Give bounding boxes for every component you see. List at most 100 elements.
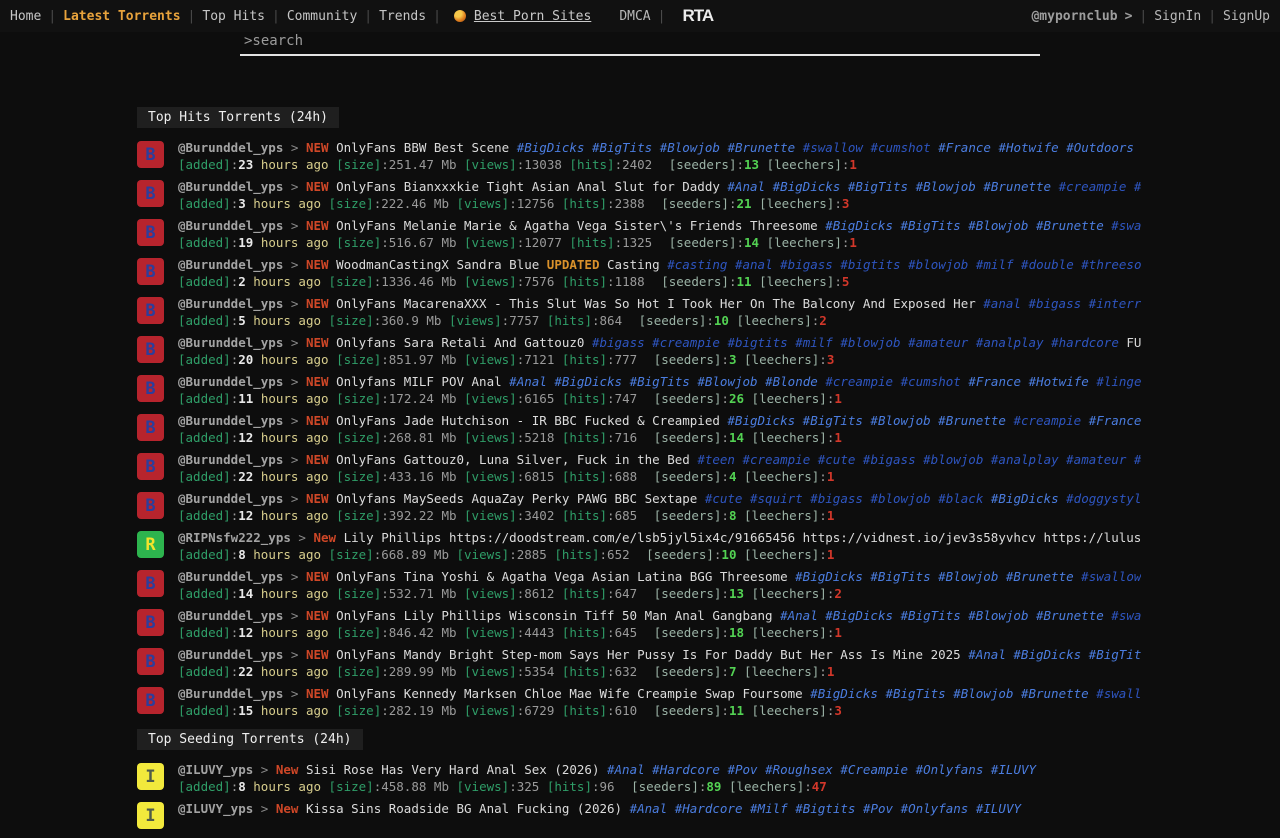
tag-link[interactable]: #BigDicks — [554, 374, 622, 389]
nav-item-latest-torrents[interactable]: Latest Torrents — [63, 9, 180, 24]
torrent-title-link[interactable]: WoodmanCastingX Sandra Blue — [336, 257, 539, 272]
torrent-title-link[interactable]: OnlyFans BBW Best Scene — [336, 140, 509, 155]
tag-link[interactable]: #Blowjob — [916, 179, 976, 194]
tag-link[interactable]: #swallow — [803, 140, 863, 155]
uploader-link[interactable]: @RIPNsfw222_yps — [178, 530, 291, 545]
tag-link[interactable]: #cumshot — [901, 374, 961, 389]
tag-link[interactable]: #BigDicks — [825, 218, 893, 233]
tag-link[interactable]: #bigtits — [840, 257, 900, 272]
tag-link[interactable]: #double — [1021, 257, 1074, 272]
uploader-link[interactable]: @Burunddel_yps — [178, 608, 283, 623]
uploader-link[interactable]: @ILUVY_yps — [178, 801, 253, 816]
tag-link[interactable]: #analplay — [991, 452, 1059, 467]
dmca-link[interactable]: DMCA — [619, 9, 650, 24]
tag-link[interactable]: #anal — [735, 257, 773, 272]
tag-link[interactable]: #Blowjob — [697, 374, 757, 389]
tag-link[interactable]: #interrac… — [1089, 296, 1141, 311]
tag-link[interactable]: #analplay — [976, 335, 1044, 350]
tag-link[interactable]: #Pov — [727, 762, 757, 777]
uploader-link[interactable]: @Burunddel_yps — [178, 374, 283, 389]
tag-link[interactable]: #Anal — [630, 801, 668, 816]
uploader-link[interactable]: @Burunddel_yps — [178, 413, 283, 428]
tag-link[interactable]: #Pov — [863, 801, 893, 816]
tag-link[interactable]: #Hardcore — [652, 762, 720, 777]
tag-link[interactable]: #Anal — [607, 762, 645, 777]
tag-link[interactable]: #BigTits — [848, 179, 908, 194]
tag-link[interactable]: #BigDicks — [795, 569, 863, 584]
tag-link[interactable]: #Blonde — [765, 374, 818, 389]
torrent-title-link[interactable]: OnlyFans Bianxxxkie Tight Asian Anal Slu… — [336, 179, 720, 194]
uploader-link[interactable]: @Burunddel_yps — [178, 140, 283, 155]
tag-link[interactable]: #Hotwife — [1029, 374, 1089, 389]
uploader-avatar[interactable]: I — [137, 802, 164, 829]
tag-link[interactable]: #BigDicks — [773, 179, 841, 194]
uploader-avatar[interactable]: B — [137, 648, 164, 675]
tag-link[interactable]: #bigass — [810, 491, 863, 506]
tag-link[interactable]: #blowjob — [870, 491, 930, 506]
tag-link[interactable]: #lingeri… — [1096, 374, 1141, 389]
uploader-avatar[interactable]: B — [137, 453, 164, 480]
uploader-avatar[interactable]: B — [137, 414, 164, 441]
tag-link[interactable]: #Blowjob — [953, 686, 1013, 701]
tag-link[interactable]: #Brunette — [938, 413, 1006, 428]
tag-link[interactable]: #Blowjob — [968, 608, 1028, 623]
best-porn-sites-link[interactable]: Best Porn Sites — [454, 9, 591, 24]
tag-link[interactable]: #BigTits — [630, 374, 690, 389]
torrent-title-link[interactable]: OnlyFans Melanie Marie & Agatha Vega Sis… — [336, 218, 818, 233]
tag-link[interactable]: #Blowjob — [870, 413, 930, 428]
tag-link[interactable]: #anal — [983, 296, 1021, 311]
tag-link[interactable]: #France — [938, 140, 991, 155]
tag-link[interactable]: #bigass — [863, 452, 916, 467]
uploader-link[interactable]: @Burunddel_yps — [178, 296, 283, 311]
tag-link[interactable]: #swall… — [1111, 608, 1141, 623]
tag-link[interactable]: #amateur — [908, 335, 968, 350]
uploader-avatar[interactable]: B — [137, 141, 164, 168]
torrent-title-link[interactable]: Sisi Rose Has Very Hard Anal Sex (2026) — [306, 762, 600, 777]
tag-link[interactable]: #BigTits — [885, 686, 945, 701]
torrent-title-link[interactable]: OnlyFans MacarenaXXX - This Slut Was So … — [336, 296, 976, 311]
tag-link[interactable]: #ILUVY — [976, 801, 1021, 816]
tag-link[interactable]: #BigDicks — [810, 686, 878, 701]
tag-link[interactable]: #creampie — [652, 335, 720, 350]
uploader-link[interactable]: @Burunddel_yps — [178, 452, 283, 467]
torrent-title-link[interactable]: Onlyfans MaySeeds AquaZay Perky PAWG BBC… — [336, 491, 697, 506]
torrent-title-link[interactable]: Onlyfans MILF POV Anal — [336, 374, 502, 389]
tag-link[interactable]: #Roughsex — [765, 762, 833, 777]
tag-link[interactable]: #Outdoors — [1066, 140, 1134, 155]
tag-link[interactable]: #swall… — [1111, 218, 1141, 233]
tag-link[interactable]: #teen — [697, 452, 735, 467]
tag-link[interactable]: #Anal — [509, 374, 547, 389]
nav-item-trends[interactable]: Trends — [379, 9, 426, 24]
tag-link[interactable]: #Bigtits — [795, 801, 855, 816]
tag-link[interactable]: #cute — [705, 491, 743, 506]
tag-link[interactable]: #threesome… — [1081, 257, 1141, 272]
uploader-link[interactable]: @Burunddel_yps — [178, 686, 283, 701]
nav-item-home[interactable]: Home — [10, 9, 41, 24]
uploader-link[interactable]: @Burunddel_yps — [178, 569, 283, 584]
tag-link[interactable]: #creampie — [825, 374, 893, 389]
torrent-title-link[interactable]: OnlyFans Jade Hutchison - IR BBC Fucked … — [336, 413, 720, 428]
tag-link[interactable]: #Anal — [727, 179, 765, 194]
tag-link[interactable]: #swallow… — [1096, 686, 1141, 701]
tag-link[interactable]: #BigDicks — [825, 608, 893, 623]
tag-link[interactable]: #blowjob — [908, 257, 968, 272]
tag-link[interactable]: #creampie — [1059, 179, 1127, 194]
tag-link[interactable]: #BigDicks — [991, 491, 1059, 506]
nav-item-community[interactable]: Community — [287, 9, 357, 24]
tag-link[interactable]: #cu… — [1134, 179, 1141, 194]
tag-link[interactable]: #Brunette — [1036, 218, 1104, 233]
tag-link[interactable]: #hardcore — [1051, 335, 1119, 350]
torrent-title-link[interactable]: Kissa Sins Roadside BG Anal Fucking (202… — [306, 801, 622, 816]
uploader-link[interactable]: @Burunddel_yps — [178, 218, 283, 233]
uploader-link[interactable]: @Burunddel_yps — [178, 647, 283, 662]
tag-link[interactable]: #Onlyfans — [916, 762, 984, 777]
torrent-title-link[interactable]: Casting — [607, 257, 660, 272]
tag-link[interactable]: #Milf — [750, 801, 788, 816]
signin-link[interactable]: SignIn — [1154, 9, 1201, 24]
tag-link[interactable]: #Brunette — [1021, 686, 1089, 701]
tag-link[interactable]: #milf — [976, 257, 1014, 272]
tag-link[interactable]: #Blowjob — [660, 140, 720, 155]
uploader-avatar[interactable]: B — [137, 336, 164, 363]
tag-link[interactable]: #cute — [818, 452, 856, 467]
signup-link[interactable]: SignUp — [1223, 9, 1270, 24]
